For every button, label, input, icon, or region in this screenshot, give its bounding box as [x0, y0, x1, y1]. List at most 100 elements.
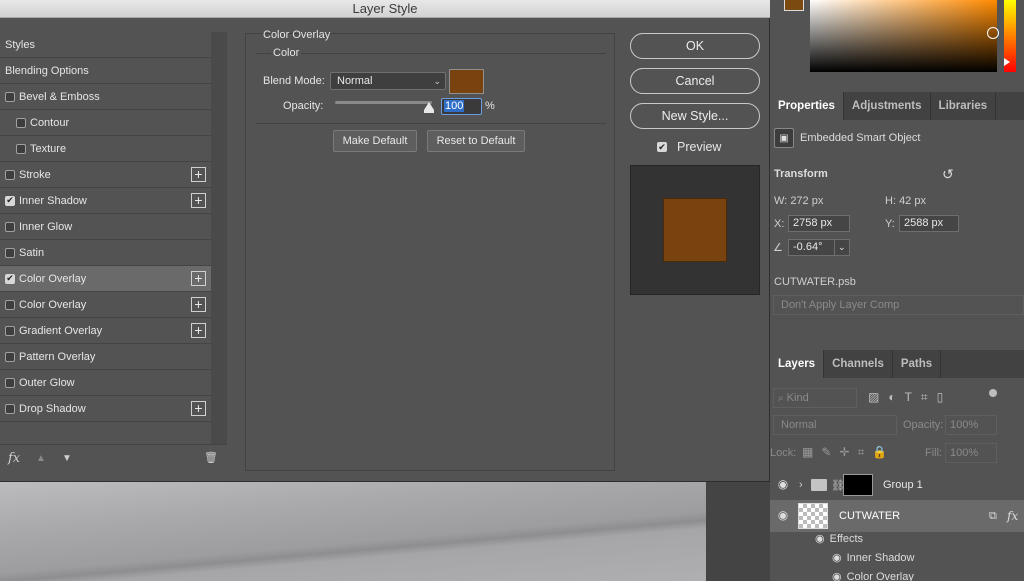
layer-filter-kind-dropdown[interactable]: ⌕ Kind [773, 388, 857, 408]
style-checkbox[interactable] [16, 143, 26, 154]
styles-list-scrollbar[interactable] [211, 32, 227, 444]
filter-toggle-icon[interactable] [989, 389, 997, 397]
visibility-eye-icon[interactable]: ◉ [775, 477, 791, 493]
style-checkbox[interactable] [5, 377, 15, 388]
opacity-input[interactable]: 100 [441, 98, 482, 115]
tab-libraries[interactable]: Libraries [931, 92, 997, 120]
style-checkbox[interactable] [5, 403, 15, 414]
move-down-icon[interactable]: ▼ [62, 453, 72, 464]
style-checkbox[interactable]: ✔ [5, 273, 15, 284]
style-checkbox[interactable] [5, 91, 15, 102]
visibility-eye-icon[interactable]: ◉ [815, 532, 825, 545]
visibility-eye-icon[interactable]: ◉ [832, 570, 842, 581]
opacity-slider-thumb-base[interactable] [424, 110, 434, 113]
lock-icons[interactable]: ▦✎✛⌗🔒 [802, 445, 895, 460]
add-style-instance-icon[interactable]: + [191, 323, 206, 338]
style-item[interactable]: Inner Glow [0, 214, 211, 240]
tab-channels[interactable]: Channels [824, 350, 893, 378]
style-item[interactable]: ✔ Inner Shadow + [0, 188, 211, 214]
style-item[interactable]: Contour [0, 110, 211, 136]
style-item[interactable]: Texture [0, 136, 211, 162]
style-checkbox[interactable] [5, 325, 15, 336]
add-style-instance-icon[interactable]: + [191, 297, 206, 312]
fx-menu-icon[interactable]: fx [8, 451, 20, 466]
cancel-button[interactable]: Cancel [630, 68, 760, 94]
opacity-slider-thumb[interactable] [424, 102, 434, 110]
effect-row-inner-shadow[interactable]: ◉ Inner Shadow [832, 551, 915, 565]
style-item[interactable]: Stroke + [0, 162, 211, 188]
add-style-instance-icon[interactable]: + [191, 193, 206, 208]
style-item[interactable]: Drop Shadow + [0, 396, 211, 422]
blend-mode-dropdown[interactable]: Normal [773, 415, 897, 435]
object-type-label: Embedded Smart Object [800, 132, 921, 144]
style-item[interactable]: Color Overlay + [0, 292, 211, 318]
style-checkbox[interactable] [5, 169, 15, 180]
effects-row[interactable]: ◉ Effects [815, 532, 863, 546]
style-checkbox[interactable] [5, 299, 15, 310]
smart-object-icon: ▣ [774, 128, 794, 148]
foreground-color-swatch[interactable] [784, 0, 804, 11]
x-field[interactable]: 2758 px [788, 215, 850, 232]
style-item-label: Drop Shadow [19, 402, 86, 415]
preview-checkbox[interactable]: ✔ [657, 142, 667, 152]
move-up-icon[interactable]: ▲ [36, 453, 46, 464]
layers-opacity-field[interactable]: 100% [945, 415, 997, 435]
trash-icon[interactable]: 🗑 [204, 451, 218, 464]
overlay-color-swatch[interactable] [449, 69, 484, 94]
layers-tabbar: Layers Channels Paths [770, 350, 1024, 378]
color-picker-field[interactable] [810, 0, 999, 72]
style-item[interactable]: ✔ Color Overlay + [0, 266, 211, 292]
visibility-eye-icon[interactable]: ◉ [775, 508, 791, 524]
add-style-instance-icon[interactable]: + [191, 401, 206, 416]
reset-to-default-button[interactable]: Reset to Default [427, 130, 525, 152]
layer-mask-thumbnail[interactable] [843, 474, 873, 496]
document-canvas[interactable] [0, 482, 770, 581]
add-style-instance-icon[interactable]: + [191, 271, 206, 286]
angle-dropdown-chevron-icon[interactable]: ⌄ [834, 239, 850, 256]
tab-properties[interactable]: Properties [770, 92, 844, 120]
make-default-button[interactable]: Make Default [333, 130, 417, 152]
layer-row-group[interactable]: ◉ › ⛓ Group 1 [770, 470, 1024, 500]
preview-toggle[interactable]: ✔ Preview [657, 140, 721, 154]
styles-list: Styles Blending Options Bevel & Emboss Cont… [0, 32, 211, 422]
layer-row-cutwater[interactable]: ◉ CUTWATER ⧉ fx [770, 500, 1024, 532]
fill-field[interactable]: 100% [945, 443, 997, 463]
style-checkbox[interactable] [16, 117, 26, 128]
picker-cursor[interactable] [987, 27, 999, 39]
opacity-slider-track[interactable] [335, 101, 432, 104]
style-item-label: Pattern Overlay [19, 350, 96, 363]
effect-row-color-overlay[interactable]: ◉ Color Overlay [832, 570, 914, 581]
style-checkbox[interactable]: ✔ [5, 195, 15, 206]
style-checkbox[interactable] [5, 247, 15, 258]
expand-chevron-icon[interactable]: › [799, 479, 803, 491]
style-item[interactable]: Bevel & Emboss [0, 84, 211, 110]
layer-filter-kind-label: Kind [786, 392, 809, 404]
angle-field[interactable]: -0.64° [788, 239, 835, 256]
tab-adjustments[interactable]: Adjustments [844, 92, 931, 120]
layer-filter-icons[interactable]: ▨◐T⌗▯ [868, 390, 952, 405]
layer-thumbnail[interactable] [798, 503, 828, 529]
blend-mode-select[interactable]: Normal ⌄ [330, 72, 446, 90]
style-item[interactable]: Satin [0, 240, 211, 266]
dialog-title[interactable]: Layer Style [0, 0, 770, 18]
y-field[interactable]: 2588 px [899, 215, 959, 232]
reset-transform-icon[interactable]: ↺ [942, 166, 954, 183]
visibility-eye-icon[interactable]: ◉ [832, 551, 842, 564]
add-style-instance-icon[interactable]: + [191, 167, 206, 182]
tab-layers[interactable]: Layers [770, 350, 825, 378]
folder-icon [811, 479, 827, 491]
fx-icon[interactable]: fx [1007, 509, 1018, 523]
new-style-button[interactable]: New Style... [630, 103, 760, 129]
tab-paths[interactable]: Paths [893, 350, 942, 378]
ok-button[interactable]: OK [630, 33, 760, 59]
hue-slider-handle[interactable] [1004, 58, 1010, 66]
style-item[interactable]: Gradient Overlay + [0, 318, 211, 344]
style-item[interactable]: Pattern Overlay [0, 344, 211, 370]
style-item[interactable]: Outer Glow [0, 370, 211, 396]
style-item[interactable]: Styles [0, 32, 211, 58]
style-checkbox[interactable] [5, 351, 15, 362]
style-item[interactable]: Blending Options [0, 58, 211, 84]
style-checkbox[interactable] [5, 221, 15, 232]
style-item-label: Color Overlay [19, 272, 87, 285]
layer-comp-dropdown[interactable]: Don't Apply Layer Comp [773, 295, 1024, 315]
